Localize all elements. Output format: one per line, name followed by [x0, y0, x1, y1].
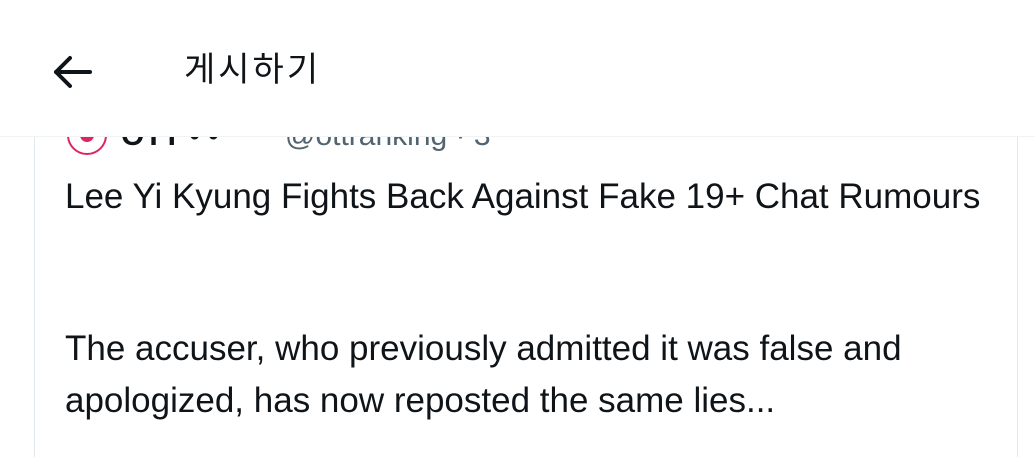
post-headline: Lee Yi Kyung Fights Back Against Fake 19… [65, 177, 981, 216]
avatar-logo-icon [80, 137, 94, 142]
author-handle: @ottranking · 3 [285, 137, 491, 155]
top-bar: 게시하기 [0, 0, 1035, 137]
avatar[interactable] [67, 137, 107, 155]
post-body: The accuser, who previously admitted it … [65, 329, 902, 420]
arrow-left-icon [54, 56, 92, 88]
page-title: 게시하기 [184, 51, 322, 89]
back-button[interactable] [40, 44, 104, 100]
quoted-post-card[interactable]: OTT • • @ottranking · 3 Lee Yi Kyung Fig… [34, 137, 1018, 457]
author-display-name[interactable]: OTT • • [121, 137, 219, 155]
post-author-row: OTT • • @ottranking · 3 [35, 137, 1017, 157]
